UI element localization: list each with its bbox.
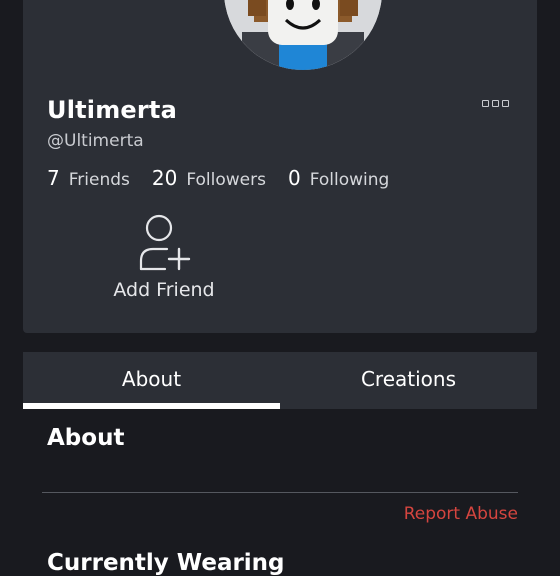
avatar-image [224,0,382,70]
display-name: Ultimerta [47,96,178,124]
about-section-title: About [47,425,125,451]
add-friend-icon [139,214,191,271]
social-stats: 7 Friends 20 Followers 0 Following [47,166,411,190]
following-count: 0 [287,166,301,190]
divider [42,492,518,493]
friends-label: Friends [68,170,130,190]
tab-creations[interactable]: Creations [280,352,537,409]
add-friend-button[interactable]: Add Friend [107,213,221,309]
username-handle: @Ultimerta [47,131,144,151]
more-options-icon[interactable] [482,100,509,107]
friends-stat[interactable]: 7 Friends [47,166,130,190]
following-stat[interactable]: 0 Following [288,166,389,190]
avatar[interactable] [224,0,382,70]
tab-about[interactable]: About [23,352,280,409]
following-label: Following [309,170,390,190]
report-abuse-link[interactable]: Report Abuse [404,504,518,524]
followers-stat[interactable]: 20 Followers [152,166,266,190]
currently-wearing-title: Currently Wearing [47,550,285,576]
profile-header-card: Ultimerta @Ultimerta 7 Friends 20 Follow… [23,0,537,333]
followers-label: Followers [186,170,266,190]
profile-tabs: About Creations [23,352,537,409]
add-friend-label: Add Friend [113,279,215,301]
friends-count: 7 [47,166,60,190]
followers-count: 20 [151,166,178,190]
